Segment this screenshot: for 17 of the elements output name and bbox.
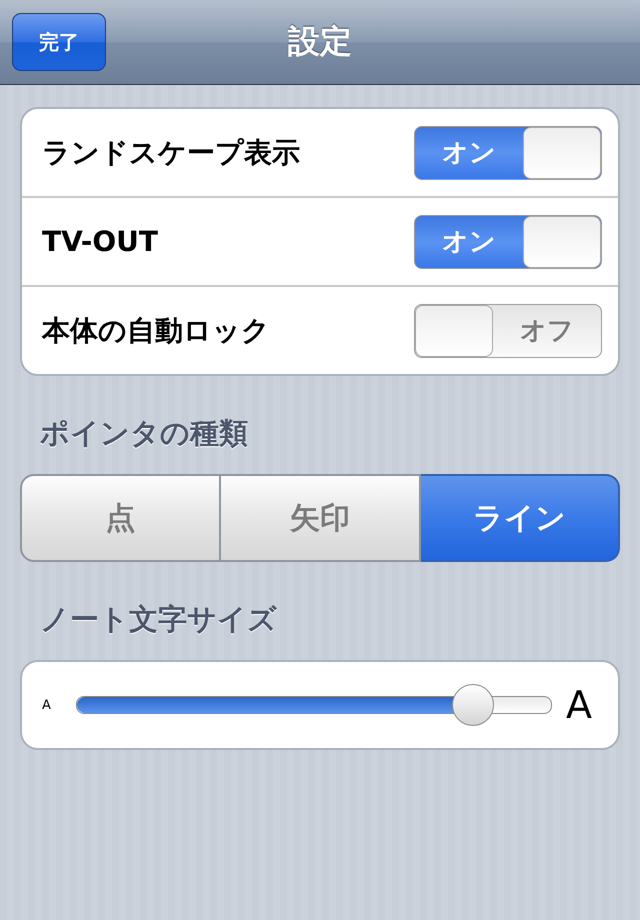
section-header: ノート文字サイズ xyxy=(39,601,278,638)
section-header: ポインタの種類 xyxy=(39,415,249,452)
small-size-label: A xyxy=(42,698,52,712)
slider-thumb[interactable] xyxy=(452,684,494,726)
size-slider[interactable] xyxy=(76,684,552,726)
segment-tab[interactable]: 点 xyxy=(20,474,222,562)
setting-label: TV-OUT xyxy=(42,225,158,258)
large-size-label: A xyxy=(566,683,592,727)
screen-title: 設定 xyxy=(288,21,352,62)
toggle-switch[interactable]: オン xyxy=(414,126,602,180)
segment-tab[interactable]: ライン xyxy=(420,474,620,562)
done-button[interactable]: 完了 xyxy=(12,13,106,71)
setting-label: 本体の自動ロック xyxy=(42,312,270,348)
segment-tab[interactable]: 矢印 xyxy=(221,474,421,562)
toggle-switch[interactable]: オフ xyxy=(414,304,602,358)
toggle-switch[interactable]: オン xyxy=(414,214,602,268)
setting-label: ランドスケープ表示 xyxy=(42,134,300,170)
